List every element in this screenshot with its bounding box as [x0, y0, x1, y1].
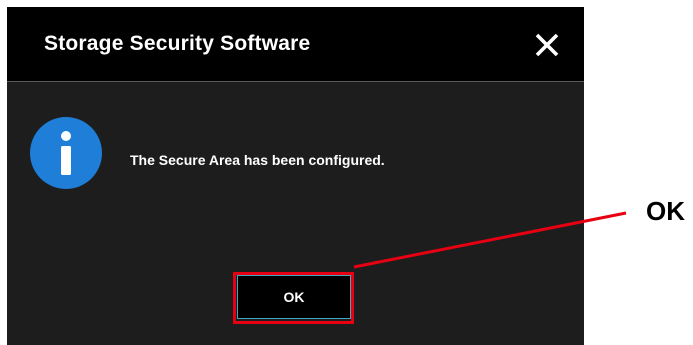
ok-button[interactable]: OK: [237, 275, 351, 319]
info-icon: [30, 117, 102, 189]
dialog-title: Storage Security Software: [44, 32, 311, 55]
dialog-message: The Secure Area has been configured.: [130, 152, 385, 168]
message-dialog: Storage Security Software The Secure Are…: [7, 7, 584, 345]
callout-label: OK: [646, 196, 685, 226]
close-icon[interactable]: [535, 33, 559, 57]
dialog-titlebar: Storage Security Software: [7, 7, 584, 82]
